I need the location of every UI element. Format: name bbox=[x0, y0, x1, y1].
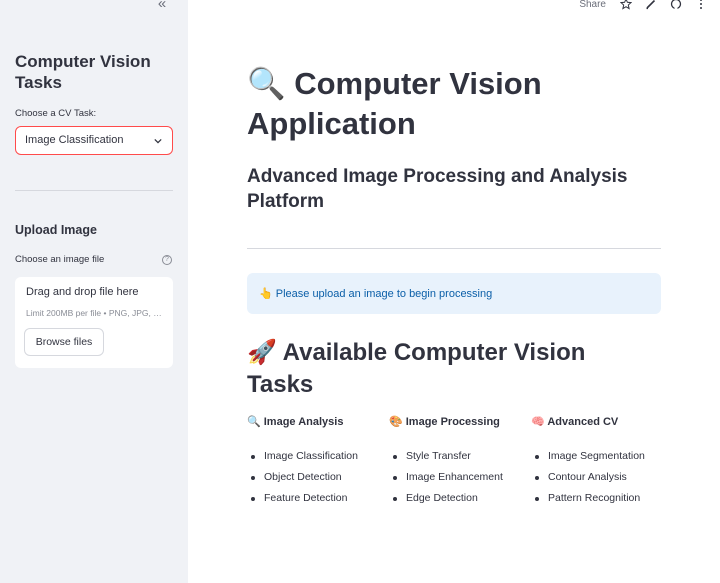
chevron-down-icon bbox=[154, 138, 162, 144]
list-item: Style Transfer bbox=[389, 446, 531, 467]
column-advanced-cv: 🧠 Advanced CV Image Segmentation Contour… bbox=[531, 414, 673, 509]
page-title: 🔍 Computer Vision Application bbox=[247, 66, 542, 141]
star-icon[interactable] bbox=[620, 0, 632, 10]
dropzone-limits: Limit 200MB per file • PNG, JPG, JPEG bbox=[26, 308, 162, 318]
list-item: Image Segmentation bbox=[531, 446, 673, 467]
column-image-processing: 🎨 Image Processing Style Transfer Image … bbox=[389, 414, 531, 509]
section-title: 🚀 Available Computer Vision Tasks bbox=[247, 339, 586, 398]
list-item: Image Classification bbox=[247, 446, 389, 467]
sidebar: « Computer Vision Tasks Choose a CV Task… bbox=[0, 0, 188, 583]
main-divider bbox=[247, 248, 661, 249]
info-message: 👆 Please upload an image to begin proces… bbox=[259, 288, 493, 300]
more-icon[interactable] bbox=[695, 0, 707, 10]
upload-title: Upload Image bbox=[15, 223, 97, 237]
column-heading: 🧠 Advanced CV bbox=[531, 416, 619, 428]
dropzone-instructions: Drag and drop file here bbox=[26, 286, 139, 298]
page-subtitle: Advanced Image Processing and Analysis P… bbox=[247, 166, 628, 212]
list-item: Contour Analysis bbox=[531, 467, 673, 488]
edit-icon[interactable] bbox=[645, 0, 657, 10]
share-button[interactable]: Share bbox=[579, 0, 606, 10]
task-list: Image Segmentation Contour Analysis Patt… bbox=[531, 446, 673, 509]
help-icon[interactable]: ? bbox=[162, 255, 172, 265]
sidebar-divider bbox=[15, 190, 173, 191]
cv-task-select[interactable]: Image Classification bbox=[15, 126, 173, 155]
list-item: Image Enhancement bbox=[389, 467, 531, 488]
task-list: Style Transfer Image Enhancement Edge De… bbox=[389, 446, 531, 509]
file-uploader-label: Choose an image file bbox=[15, 254, 105, 265]
browse-files-button[interactable]: Browse files bbox=[24, 328, 104, 356]
select-value: Image Classification bbox=[25, 134, 124, 146]
top-toolbar: Share bbox=[579, 0, 720, 12]
select-label: Choose a CV Task: bbox=[15, 108, 97, 119]
task-list: Image Classification Object Detection Fe… bbox=[247, 446, 389, 509]
sidebar-title: Computer Vision Tasks bbox=[15, 52, 151, 92]
column-image-analysis: 🔍 Image Analysis Image Classification Ob… bbox=[247, 414, 389, 509]
list-item: Feature Detection bbox=[247, 488, 389, 509]
list-item: Object Detection bbox=[247, 467, 389, 488]
info-alert: 👆 Please upload an image to begin proces… bbox=[247, 273, 661, 314]
column-heading: 🎨 Image Processing bbox=[389, 416, 500, 428]
list-item: Pattern Recognition bbox=[531, 488, 673, 509]
column-heading: 🔍 Image Analysis bbox=[247, 416, 344, 428]
github-icon[interactable] bbox=[670, 0, 682, 10]
collapse-sidebar-icon[interactable]: « bbox=[154, 0, 170, 12]
list-item: Edge Detection bbox=[389, 488, 531, 509]
file-dropzone[interactable]: Drag and drop file here Limit 200MB per … bbox=[15, 277, 173, 368]
